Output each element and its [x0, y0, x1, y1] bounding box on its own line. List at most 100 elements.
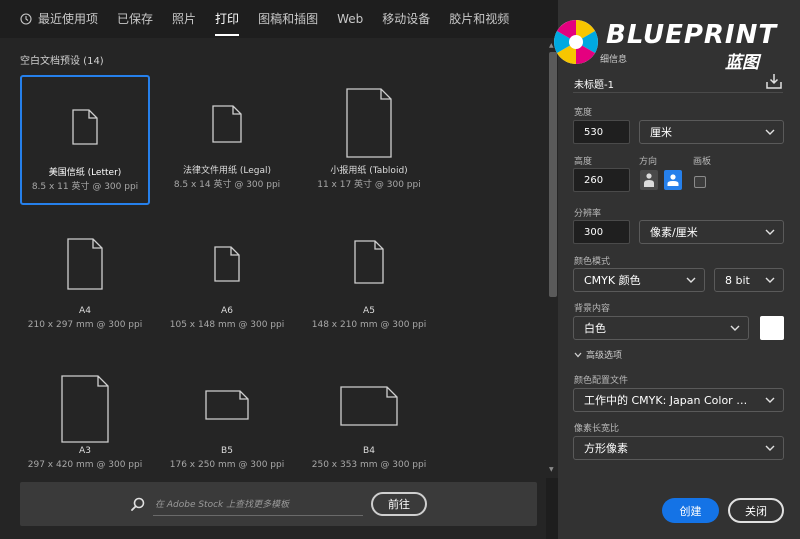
chevron-down-icon [765, 229, 775, 235]
document-icon [212, 105, 242, 143]
height-input[interactable]: 260 [573, 168, 630, 192]
tab-art-illustration[interactable]: 图稿和插图 [258, 0, 318, 38]
preset-card-b4[interactable]: B4 250 x 353 mm @ 300 ppi [304, 358, 434, 488]
color-mode-value: CMYK 颜色 [584, 274, 641, 287]
preset-card-tabloid[interactable]: 小报用纸 (Tabloid) 11 x 17 英寸 @ 300 ppi [304, 75, 434, 205]
save-preset-icon[interactable] [765, 72, 783, 90]
tab-saved[interactable]: 已保存 [117, 0, 153, 38]
preset-card-letter[interactable]: 美国信纸 (Letter) 8.5 x 11 英寸 @ 300 ppi [20, 75, 150, 205]
color-profile-select[interactable]: 工作中的 CMYK: Japan Color 2001... [573, 388, 784, 412]
preset-card-a4[interactable]: A4 210 x 297 mm @ 300 ppi [20, 216, 150, 346]
preset-size: 8.5 x 14 英寸 @ 300 ppi [173, 180, 281, 190]
tab-print[interactable]: 打印 [215, 0, 240, 38]
preset-name: A6 [221, 306, 233, 316]
document-name-field[interactable]: 未标题-1 [574, 76, 614, 91]
preset-size: 176 x 250 mm @ 300 ppi [169, 460, 285, 470]
tab-label: 照片 [172, 12, 197, 26]
preset-size: 297 x 420 mm @ 300 ppi [27, 460, 143, 470]
tab-photo[interactable]: 照片 [172, 0, 196, 38]
chevron-down-icon [730, 325, 740, 331]
color-profile-label: 颜色配置文件 [574, 376, 629, 386]
landscape-person-icon [667, 174, 679, 186]
go-button[interactable]: 前往 [371, 492, 427, 516]
background-color-swatch[interactable] [760, 316, 784, 340]
preset-panel: 空白文档预设 (14) 美国信纸 (Letter) 8.5 x 11 英寸 @ … [0, 38, 546, 539]
background-label: 背景内容 [574, 304, 611, 314]
bit-depth-select[interactable]: 8 bit [714, 268, 784, 292]
document-icon [340, 386, 398, 426]
resolution-input[interactable]: 300 [573, 220, 630, 244]
preset-size: 8.5 x 11 英寸 @ 300 ppi [31, 182, 139, 192]
preset-size: 250 x 353 mm @ 300 ppi [311, 460, 427, 470]
advanced-options-toggle[interactable]: 高级选项 [574, 348, 622, 361]
artboard-checkbox[interactable] [694, 176, 706, 188]
document-icon [67, 238, 103, 290]
advanced-options-label: 高级选项 [586, 351, 623, 361]
document-icon [61, 375, 109, 443]
chevron-down-icon [765, 277, 775, 283]
pixel-aspect-value: 方形像素 [584, 442, 628, 455]
preset-name: 美国信纸 (Letter) [48, 168, 122, 178]
tab-label: 胶片和视频 [449, 12, 510, 26]
portrait-person-icon [644, 173, 654, 187]
chevron-down-icon [574, 352, 582, 357]
logo-subtitle: 蓝图 [725, 53, 759, 73]
preset-size: 105 x 148 mm @ 300 ppi [169, 320, 285, 330]
tab-web[interactable]: Web [337, 0, 363, 38]
preset-card-a5[interactable]: A5 148 x 210 mm @ 300 ppi [304, 216, 434, 346]
preset-category-tabs: 最近使用项 已保存 照片 打印 图稿和插图 Web 移动设备 胶片和视频 [0, 0, 558, 38]
logo-text: BLUEPRINT [606, 20, 778, 50]
tab-label: Web [337, 12, 364, 26]
preset-size: 11 x 17 英寸 @ 300 ppi [317, 180, 421, 190]
blueprint-logo: BLUEPRINT 蓝图 [548, 14, 788, 73]
document-icon [205, 390, 249, 420]
portrait-orientation-button[interactable] [640, 170, 658, 190]
height-label: 高度 [574, 157, 593, 167]
preset-card-a6[interactable]: A6 105 x 148 mm @ 300 ppi [162, 216, 292, 346]
preset-name: 小报用纸 (Tabloid) [330, 166, 408, 176]
preset-size: 210 x 297 mm @ 300 ppi [27, 320, 143, 330]
chevron-down-icon [765, 445, 775, 451]
scrollbar-thumb[interactable] [549, 52, 557, 297]
resolution-unit-select[interactable]: 像素/厘米 [639, 220, 784, 244]
background-value: 白色 [584, 322, 606, 335]
orientation-label: 方向 [639, 157, 658, 167]
bit-depth-value: 8 bit [725, 273, 750, 287]
background-select[interactable]: 白色 [573, 316, 749, 340]
pixel-aspect-select[interactable]: 方形像素 [573, 436, 784, 460]
width-unit-value: 厘米 [650, 126, 672, 139]
pixel-aspect-label: 像素长宽比 [574, 424, 620, 434]
color-mode-select[interactable]: CMYK 颜色 [573, 268, 705, 292]
width-input[interactable]: 530 [573, 120, 630, 144]
create-button[interactable]: 创建 [662, 498, 719, 523]
preset-name: A4 [79, 306, 91, 316]
preset-card-a3[interactable]: A3 297 x 420 mm @ 300 ppi [20, 358, 150, 488]
close-button[interactable]: 关闭 [728, 498, 784, 523]
preset-card-legal[interactable]: 法律文件用纸 (Legal) 8.5 x 14 英寸 @ 300 ppi [162, 75, 292, 205]
preset-card-b5[interactable]: B5 176 x 250 mm @ 300 ppi [162, 358, 292, 488]
chevron-down-icon [765, 129, 775, 135]
artboard-label: 画板 [693, 157, 712, 167]
tab-recent[interactable]: 最近使用项 [20, 0, 98, 38]
document-icon [72, 109, 98, 145]
tab-label: 打印 [215, 12, 240, 26]
preset-name: B4 [363, 446, 375, 456]
landscape-orientation-button[interactable] [664, 170, 682, 190]
stock-search-input[interactable] [153, 494, 363, 516]
tab-mobile[interactable]: 移动设备 [382, 0, 430, 38]
section-title: 空白文档预设 (14) [20, 56, 104, 67]
preset-name: A3 [79, 446, 91, 456]
resolution-label: 分辨率 [574, 209, 602, 219]
clock-icon [20, 13, 32, 25]
tab-label: 图稿和插图 [258, 12, 319, 26]
details-title: 细信息 [600, 55, 628, 65]
scroll-down-arrow-icon[interactable]: ▼ [549, 466, 554, 473]
stock-search-bar: 前往 [20, 482, 537, 526]
tab-label: 已保存 [117, 12, 154, 26]
color-profile-value: 工作中的 CMYK: Japan Color 2001... [584, 394, 752, 407]
width-unit-select[interactable]: 厘米 [639, 120, 784, 144]
name-underline [573, 92, 783, 93]
chevron-down-icon [686, 277, 696, 283]
resolution-unit-value: 像素/厘米 [650, 226, 698, 239]
tab-film-video[interactable]: 胶片和视频 [449, 0, 509, 38]
